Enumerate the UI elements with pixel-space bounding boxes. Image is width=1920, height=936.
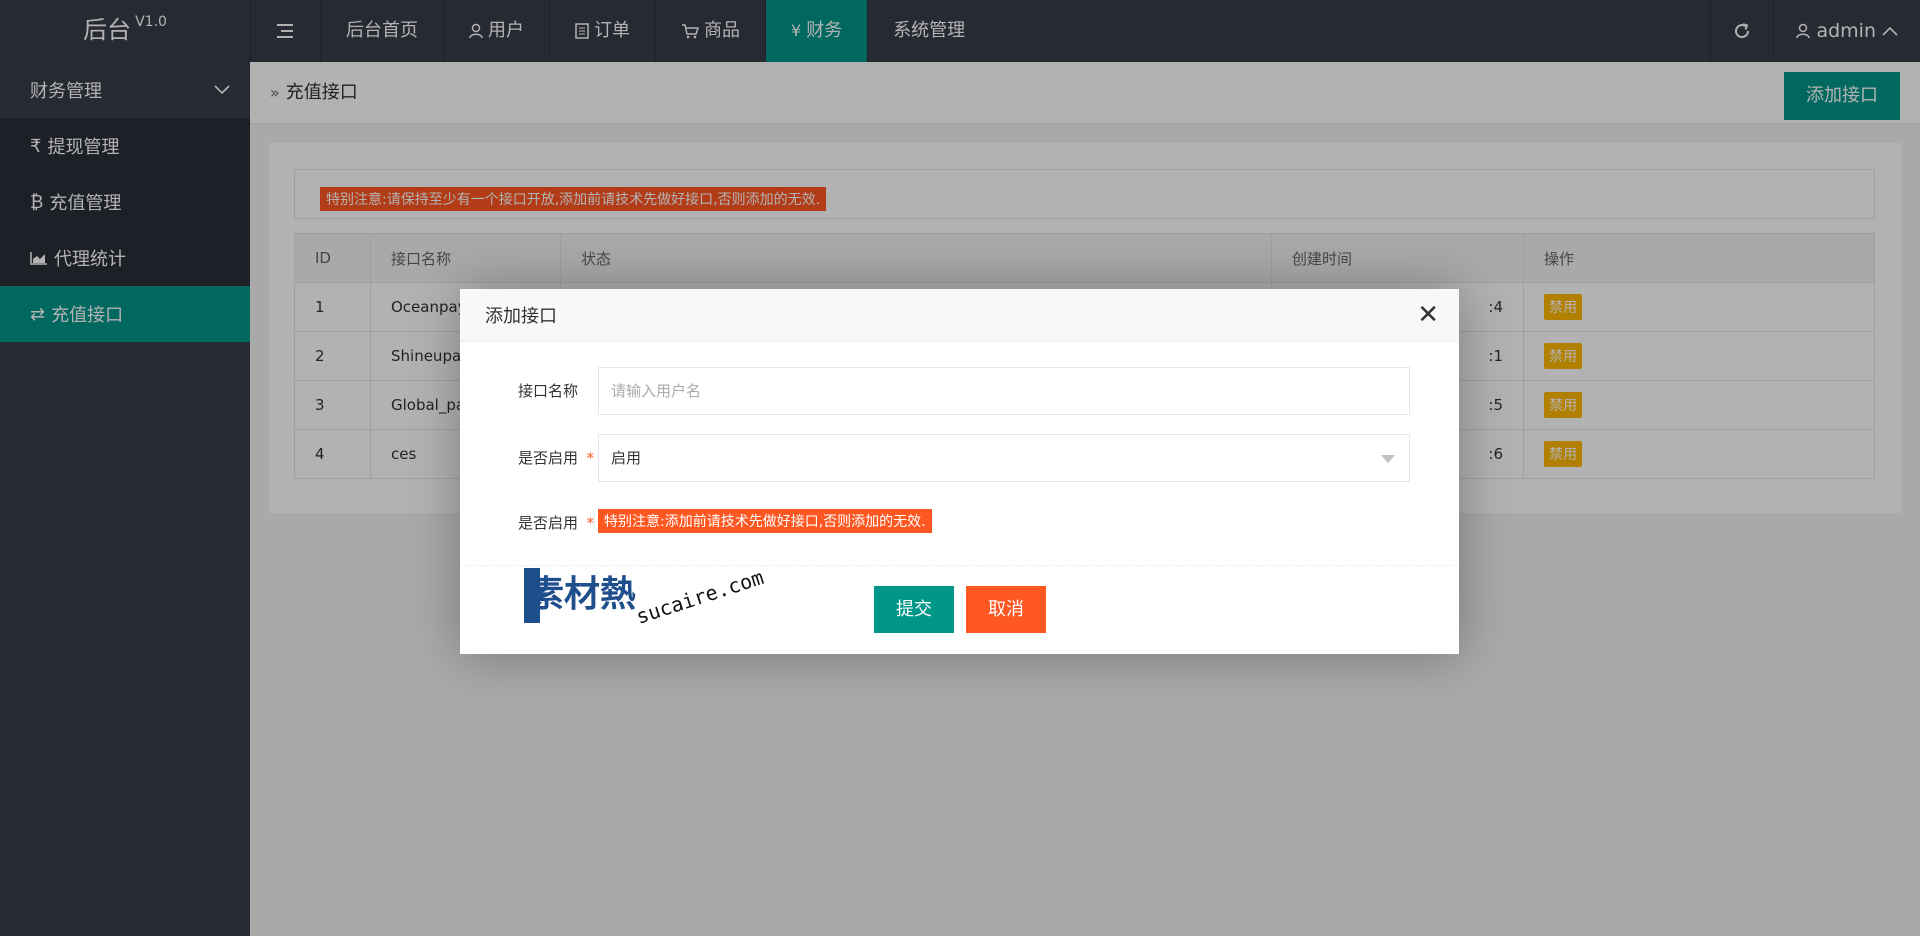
form-row-name: 接口名称 <box>460 367 1459 415</box>
modal-title: 添加接口 <box>485 306 557 327</box>
modal-header: 添加接口 ✕ <box>460 289 1459 342</box>
interface-name-input[interactable] <box>598 367 1410 415</box>
add-interface-modal: 添加接口 ✕ 接口名称 是否启用 * 启用 是否启用 * 特别注意:添加前请技术先做… <box>460 289 1459 654</box>
enable-label: 是否启用 * <box>480 434 600 482</box>
watermark-cn: 素材熱 <box>528 574 636 615</box>
enable-select[interactable]: 启用 <box>598 434 1410 482</box>
watermark-en: sucaire.com <box>633 566 766 629</box>
modal-notice-text: 特别注意:添加前请技术先做好接口,否则添加的无效. <box>598 509 932 533</box>
modal-footer: 素材熱 sucaire.com 提交 取消 <box>460 565 1459 654</box>
required-mark: * <box>586 449 595 467</box>
note-label: 是否启用 * <box>480 499 600 547</box>
enable-label-text: 是否启用 <box>517 449 578 467</box>
caret-down-icon <box>1381 455 1395 463</box>
cancel-button[interactable]: 取消 <box>966 586 1046 633</box>
form-row-enable: 是否启用 * 启用 <box>460 434 1459 482</box>
name-label: 接口名称 <box>517 382 578 400</box>
submit-button[interactable]: 提交 <box>874 586 954 633</box>
note-label-text: 是否启用 <box>517 514 578 532</box>
required-mark: * <box>586 514 595 532</box>
watermark-logo: 素材熱 sucaire.com <box>524 566 767 629</box>
form-row-note: 是否启用 * 特别注意:添加前请技术先做好接口,否则添加的无效. <box>460 487 1459 535</box>
enable-select-value: 启用 <box>611 449 642 467</box>
close-icon[interactable]: ✕ <box>1417 302 1439 328</box>
